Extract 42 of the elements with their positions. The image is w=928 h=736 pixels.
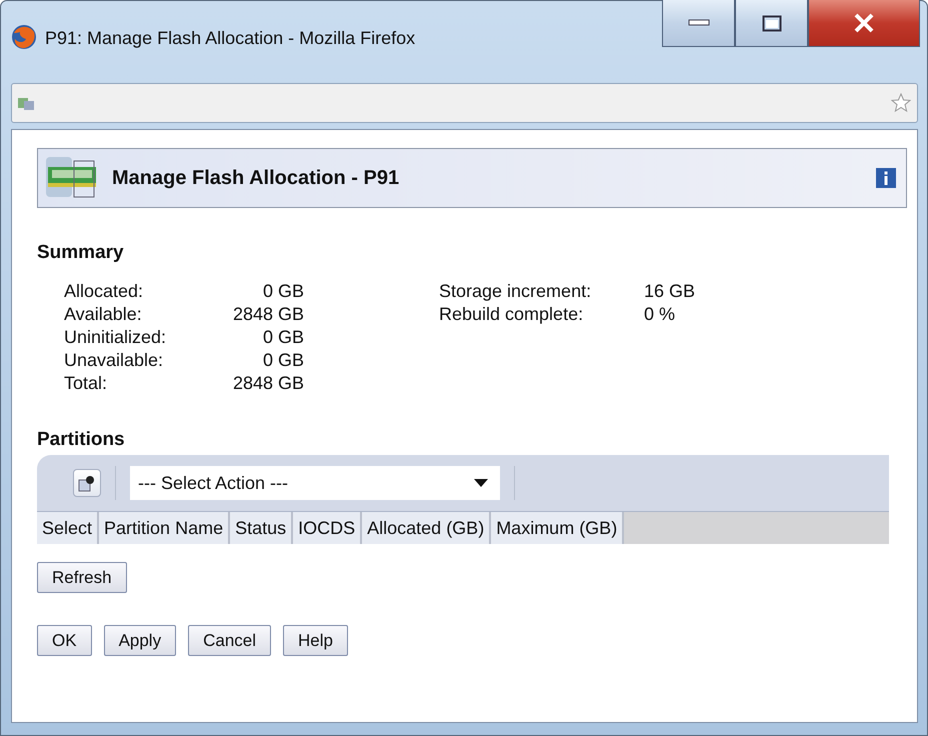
summary-value: 2848 GB xyxy=(232,303,304,326)
action-select[interactable]: --- Select Action --- xyxy=(130,466,500,500)
page-title: Manage Flash Allocation - P91 xyxy=(112,166,400,190)
star-icon[interactable] xyxy=(891,93,911,113)
dialog-button[interactable]: Apply xyxy=(104,625,176,656)
column-header[interactable]: IOCDS xyxy=(293,512,362,544)
summary-value: 0 % xyxy=(644,303,676,326)
page-icon xyxy=(18,96,34,110)
close-button[interactable] xyxy=(808,0,920,47)
minimize-button[interactable] xyxy=(662,0,735,47)
section-heading: Summary xyxy=(37,242,125,264)
caret-icon xyxy=(474,479,488,487)
summary-label: Total: xyxy=(64,372,108,395)
summary-value: 0 GB xyxy=(262,326,304,349)
summary-label: Rebuild complete: xyxy=(439,303,584,326)
summary-value: 16 GB xyxy=(644,280,696,303)
summary-value: 0 GB xyxy=(262,349,304,372)
summary-value: 2848 GB xyxy=(232,372,304,395)
refresh-button[interactable]: Refresh xyxy=(37,562,127,593)
summary-label: Unavailable: xyxy=(64,349,164,372)
minimize-icon xyxy=(688,19,710,27)
summary-value: 0 GB xyxy=(262,280,304,303)
summary-label: Storage increment: xyxy=(439,280,592,303)
maximize-button[interactable] xyxy=(735,0,808,47)
table-gear-icon xyxy=(78,474,96,492)
column-header[interactable]: Status xyxy=(230,512,294,544)
maximize-icon xyxy=(762,14,782,32)
column-header[interactable]: Allocated (GB) xyxy=(362,512,492,544)
column-header[interactable]: Partition Name xyxy=(99,512,230,544)
summary-label: Uninitialized: xyxy=(64,326,168,349)
window-title: P91: Manage Flash Allocation - Mozilla Firefox xyxy=(45,28,416,49)
section-heading: Partitions xyxy=(37,429,126,451)
summary-label: Available: xyxy=(64,303,143,326)
dialog-button[interactable]: OK xyxy=(37,625,92,656)
table-settings-button[interactable] xyxy=(73,469,101,497)
close-icon xyxy=(853,13,875,33)
dialog-button[interactable]: Help xyxy=(283,625,348,656)
column-header[interactable]: Select xyxy=(37,512,100,544)
info-icon[interactable] xyxy=(876,168,896,188)
summary-label: Allocated: xyxy=(64,280,144,303)
column-header[interactable]: Maximum (GB) xyxy=(491,512,624,544)
dialog-button[interactable]: Cancel xyxy=(188,625,272,656)
